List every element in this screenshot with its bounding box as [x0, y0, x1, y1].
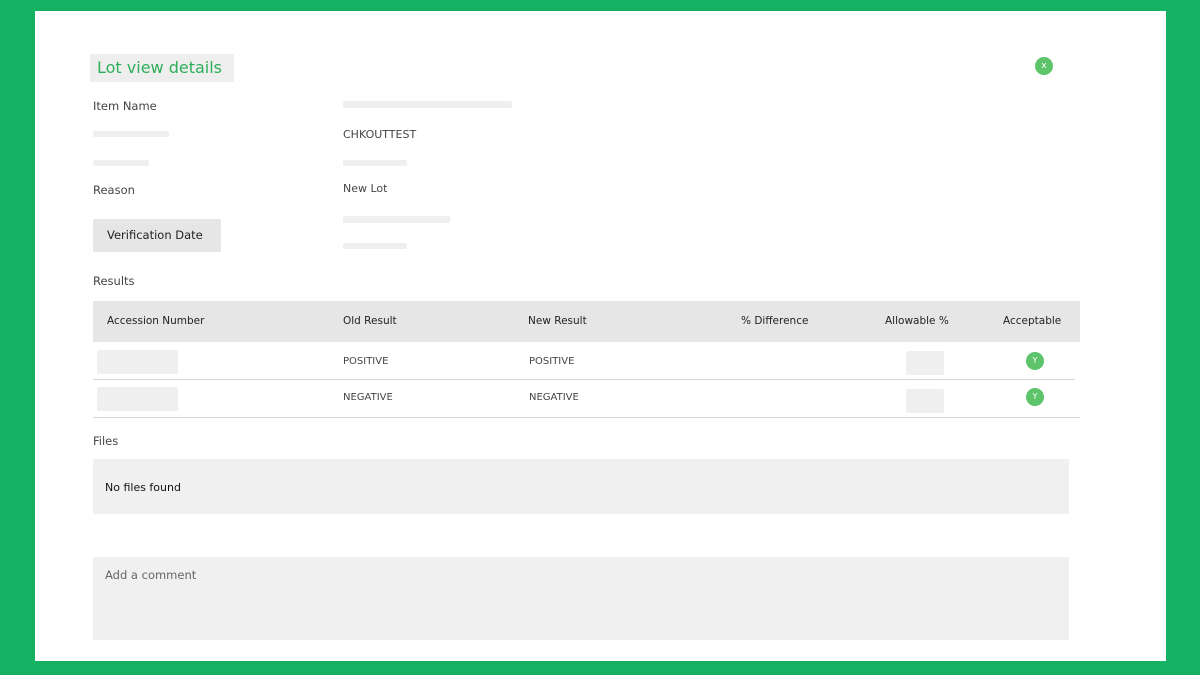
reason-value: New Lot	[343, 182, 388, 195]
acceptable-badge: Y	[1026, 352, 1044, 370]
files-label: Files	[93, 434, 119, 448]
results-table-header: Accession Number Old Result New Result %…	[93, 301, 1080, 342]
placeholder-bar	[343, 101, 512, 108]
item-value: CHKOUTTEST	[343, 128, 417, 141]
table-row: NEGATIVE NEGATIVE Y	[93, 380, 1080, 417]
placeholder-bar	[343, 243, 407, 249]
new-result: NEGATIVE	[529, 392, 579, 403]
col-accession-number: Accession Number	[107, 315, 205, 327]
accession-number-placeholder	[97, 350, 178, 374]
old-result: NEGATIVE	[343, 392, 393, 403]
results-label: Results	[93, 274, 135, 288]
allowable-placeholder	[906, 351, 944, 375]
accession-number-placeholder	[97, 387, 178, 411]
col-percent-difference: % Difference	[741, 315, 809, 327]
col-allowable-percent: Allowable %	[885, 315, 949, 327]
lot-view-dialog: Lot view details x Item Name Reason Veri…	[35, 11, 1166, 661]
reason-label: Reason	[93, 183, 135, 197]
table-row: POSITIVE POSITIVE Y	[93, 342, 1080, 379]
close-button[interactable]: x	[1035, 57, 1053, 75]
no-files-message: No files found	[105, 481, 181, 494]
col-acceptable: Acceptable	[1003, 315, 1062, 327]
old-result: POSITIVE	[343, 356, 389, 367]
placeholder-bar	[93, 131, 169, 137]
placeholder-bar	[93, 160, 149, 166]
row-divider	[93, 417, 1080, 418]
col-new-result: New Result	[528, 315, 587, 327]
allowable-placeholder	[906, 389, 944, 413]
files-list: No files found	[93, 459, 1069, 514]
verification-date-button[interactable]: Verification Date	[93, 219, 221, 252]
comment-input[interactable]	[93, 557, 1069, 640]
new-result: POSITIVE	[529, 356, 575, 367]
col-old-result: Old Result	[343, 315, 397, 327]
placeholder-bar	[343, 216, 450, 223]
placeholder-bar	[343, 160, 407, 166]
dialog-title: Lot view details	[90, 54, 234, 82]
acceptable-badge: Y	[1026, 388, 1044, 406]
item-name-label: Item Name	[93, 99, 157, 113]
